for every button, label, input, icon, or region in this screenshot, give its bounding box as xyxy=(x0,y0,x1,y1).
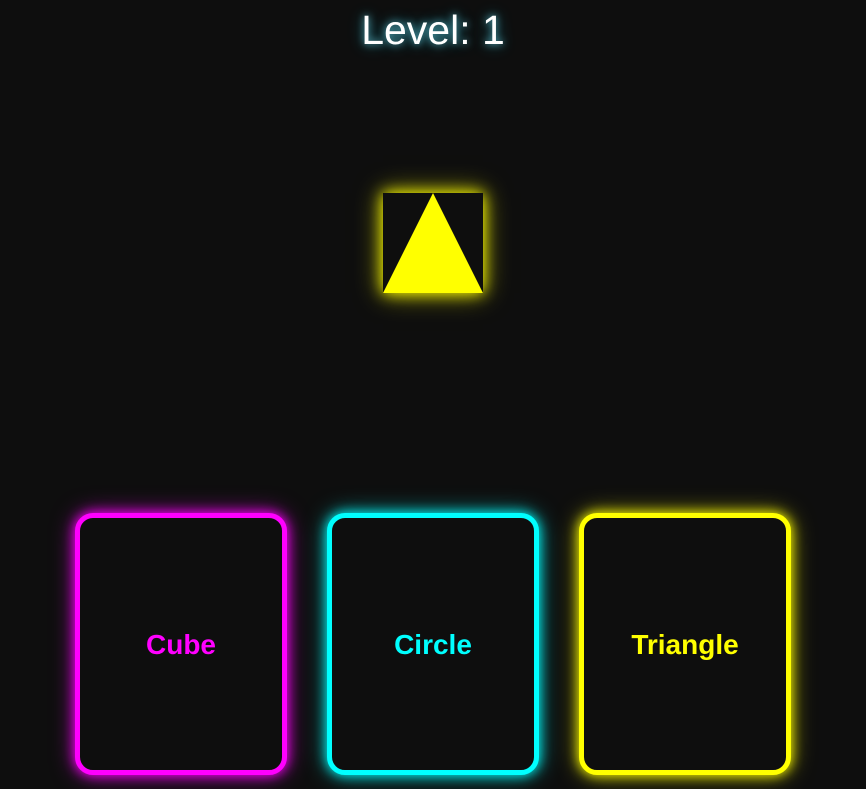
target-shape xyxy=(383,193,483,293)
level-indicator: Level: 1 xyxy=(361,7,505,53)
choice-label-circle: Circle xyxy=(394,629,472,660)
choice-card-triangle[interactable]: Triangle xyxy=(579,513,791,775)
choice-card-cube[interactable]: Cube xyxy=(75,513,287,775)
choice-label-cube: Cube xyxy=(146,629,216,660)
choice-label-triangle: Triangle xyxy=(631,629,739,660)
choice-card-circle[interactable]: Circle xyxy=(327,513,539,775)
triangle-icon xyxy=(383,193,483,293)
